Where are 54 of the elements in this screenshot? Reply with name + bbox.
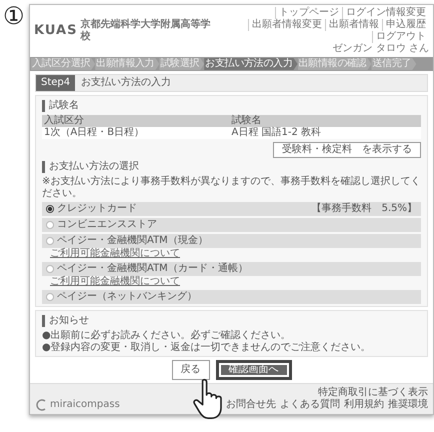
instruction-text: ※お支払い方法により事務手数料が異なりますので、事務手数料を確認し選択してください。 xyxy=(42,176,421,200)
nav-link[interactable]: 出願者情報変更 xyxy=(248,19,325,31)
option-label: ペイジー・金融機関ATM（カード・通帳） xyxy=(57,263,248,275)
notice-text: ●出願前に必ずお読みください。必ずご確認ください。 xyxy=(42,330,292,342)
column-header: 試験名 xyxy=(232,115,262,127)
section-heading: お知らせ xyxy=(42,315,421,327)
option-label: クレジットカード xyxy=(57,203,137,215)
radio-button[interactable] xyxy=(46,293,54,301)
logo: KUAS xyxy=(34,25,78,37)
section-heading: 試験名 xyxy=(42,100,421,112)
user-name: ゼンガン タロウ さん xyxy=(332,43,429,55)
progress-step: 入試区分選択 xyxy=(31,58,96,70)
radio-button[interactable] xyxy=(46,265,54,273)
progress-step: 出願情報入力 xyxy=(95,58,160,70)
footer-link[interactable]: お問合せ先 xyxy=(226,399,276,411)
step-badge: Step4 xyxy=(36,75,76,91)
back-button[interactable]: 戻る xyxy=(172,360,210,380)
nav-link[interactable]: 申込履歴 xyxy=(382,19,429,31)
section-heading: お支払い方法の選択 xyxy=(42,161,421,173)
payment-option[interactable]: ペイジー・金融機関ATM（カード・通帳） xyxy=(42,262,421,276)
fee-button[interactable]: 受験料・検定料 を表示する xyxy=(273,142,421,158)
nav-link[interactable]: ログイン情報変更 xyxy=(342,7,429,19)
footer-link[interactable]: よくある質問 xyxy=(280,399,340,411)
radio-button[interactable] xyxy=(46,205,54,213)
progress-step: 送信完了 xyxy=(371,58,416,70)
radio-button[interactable] xyxy=(46,237,54,245)
progress-step: 出願情報の確認 xyxy=(298,58,372,70)
progress-step: 試験選択 xyxy=(159,58,204,70)
option-label: ペイジー（ネットバンキング） xyxy=(57,291,197,303)
option-label: ペイジー・金融機関ATM（現金） xyxy=(57,235,208,247)
nav-link[interactable]: 出願者情報 xyxy=(325,19,382,31)
option-label: コンビニエンスストア xyxy=(57,219,157,231)
radio-button[interactable] xyxy=(46,221,54,229)
bank-info-link[interactable]: ご利用可能金融機関について xyxy=(42,276,421,288)
progress-step: お支払い方法の入力 xyxy=(204,58,298,70)
school-name: 京都先端科学大学附属高等学校 xyxy=(80,19,212,43)
payment-option[interactable]: ペイジー・金融機関ATM（現金） xyxy=(42,234,421,248)
nav-link[interactable]: トップページ xyxy=(275,7,342,19)
nav-link[interactable]: ログアウト xyxy=(372,31,429,43)
notice-text: ●登録内容の変更・取消し・返金は一切できませんのでご注意ください。 xyxy=(42,342,372,354)
payment-option[interactable]: ペイジー（ネットバンキング） xyxy=(42,290,421,304)
column-header: 入試区分 xyxy=(44,115,85,127)
step-number: ① xyxy=(3,4,26,32)
page-title: お支払い方法の入力 xyxy=(81,77,172,89)
footer-link[interactable]: 利用規約 xyxy=(344,399,384,411)
payment-option[interactable]: コンビニエンスストア xyxy=(42,218,421,232)
footer-link[interactable]: 推奨環境 xyxy=(388,399,428,411)
footer-note[interactable]: 特定商取引に基づく表示 xyxy=(318,387,428,399)
footer-logo: miraicompass xyxy=(50,399,120,411)
bank-info-link[interactable]: ご利用可能金融機関について xyxy=(42,248,421,260)
table-cell-text: A日程 国語1-2 教科 xyxy=(232,127,322,139)
table-cell-text: 1次（A日程・B日程） xyxy=(44,127,146,139)
fee-label: 【事務手数料 5.5%】 xyxy=(312,203,417,215)
payment-option[interactable]: クレジットカード 【事務手数料 5.5%】 xyxy=(42,202,421,216)
